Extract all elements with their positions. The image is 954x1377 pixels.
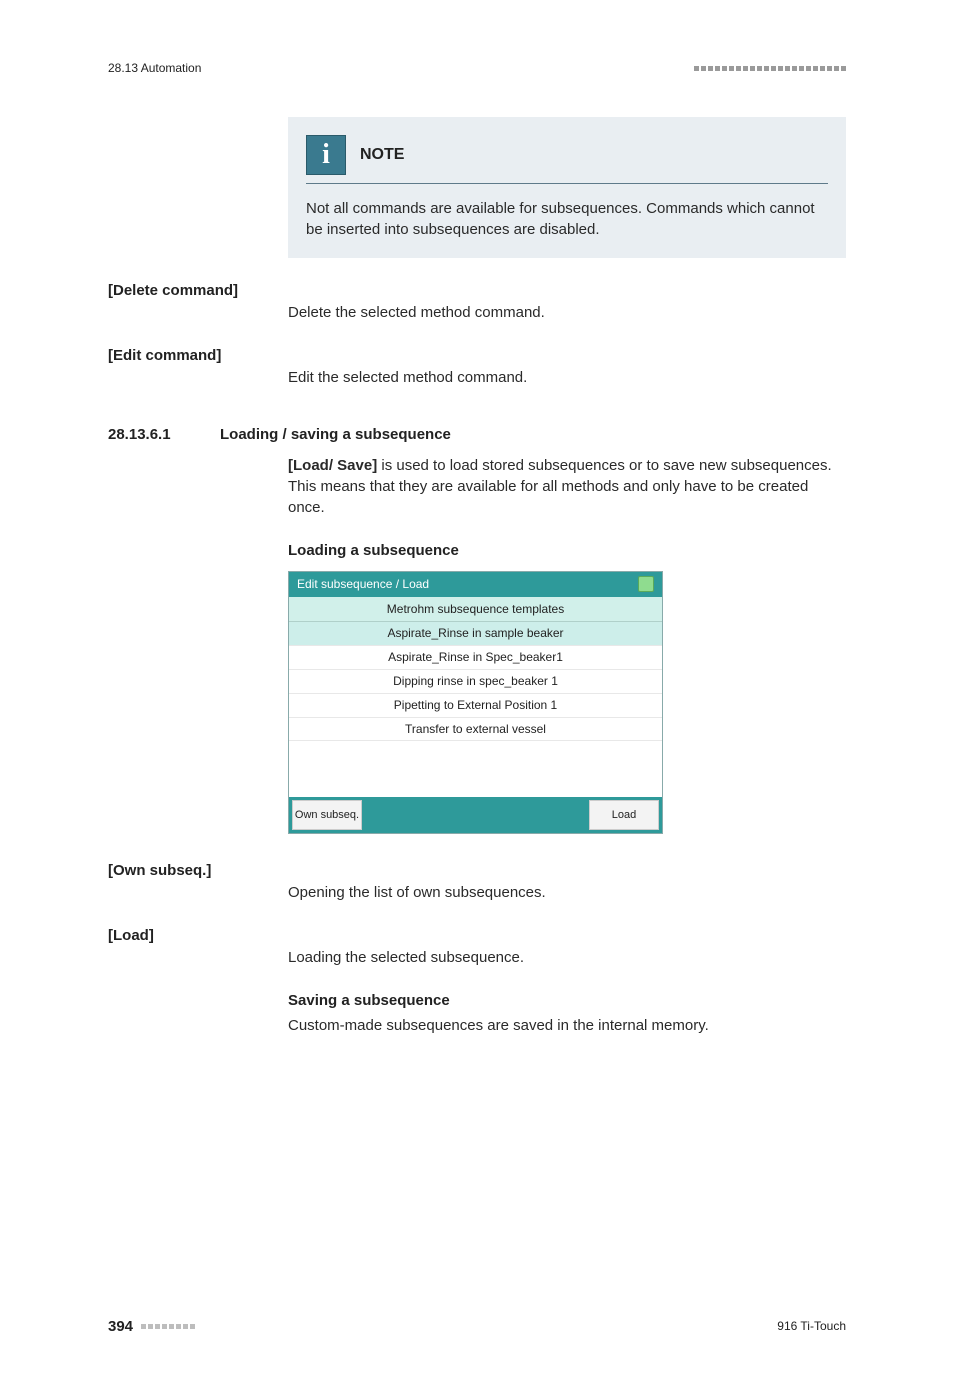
list-item[interactable]: Pipetting to External Position 1	[289, 694, 662, 718]
note-body: Not all commands are available for subse…	[306, 198, 828, 240]
section-number: 28.13.6.1	[108, 424, 188, 445]
term-own-subseq: [Own subseq.]	[108, 860, 288, 881]
desc-edit-command: Edit the selected method command.	[288, 367, 846, 388]
saving-body: Custom-made subsequences are saved in th…	[288, 1015, 846, 1036]
info-icon: i	[306, 135, 346, 175]
header-ornament	[694, 66, 846, 71]
load-button[interactable]: Load	[589, 800, 659, 830]
term-edit-command: [Edit command]	[108, 345, 288, 366]
note-callout: i NOTE Not all commands are available fo…	[288, 117, 846, 258]
note-label: NOTE	[360, 144, 404, 166]
heading-saving-subsequence: Saving a subsequence	[288, 990, 846, 1011]
template-list[interactable]: Aspirate_Rinse in sample beaker Aspirate…	[289, 622, 662, 797]
list-item[interactable]: Aspirate_Rinse in Spec_beaker1	[289, 646, 662, 670]
footer-ornament	[141, 1324, 195, 1329]
term-delete-command: [Delete command]	[108, 280, 288, 301]
dialog-title: Edit subsequence / Load	[297, 576, 429, 593]
dialog-edit-subsequence-load: Edit subsequence / Load Metrohm subseque…	[288, 571, 663, 835]
list-item[interactable]: Transfer to external vessel	[289, 718, 662, 742]
help-button[interactable]	[638, 576, 654, 592]
section-lead-strong: [Load/ Save]	[288, 457, 377, 474]
list-header: Metrohm subsequence templates	[289, 597, 662, 623]
term-load: [Load]	[108, 925, 288, 946]
desc-delete-command: Delete the selected method command.	[288, 302, 846, 323]
running-header-left: 28.13 Automation	[108, 60, 201, 77]
list-item[interactable]: Aspirate_Rinse in sample beaker	[289, 622, 662, 646]
desc-own-subseq: Opening the list of own subsequences.	[288, 882, 846, 903]
product-name: 916 Ti-Touch	[777, 1318, 846, 1335]
section-title: Loading / saving a subsequence	[220, 424, 451, 445]
list-item[interactable]: Dipping rinse in spec_beaker 1	[289, 670, 662, 694]
section-lead: [Load/ Save] is used to load stored subs…	[288, 455, 846, 518]
page-number: 394	[108, 1316, 133, 1337]
desc-load: Loading the selected subsequence.	[288, 947, 846, 968]
heading-loading-subsequence: Loading a subsequence	[288, 540, 846, 561]
own-subseq-button[interactable]: Own subseq.	[292, 800, 362, 830]
